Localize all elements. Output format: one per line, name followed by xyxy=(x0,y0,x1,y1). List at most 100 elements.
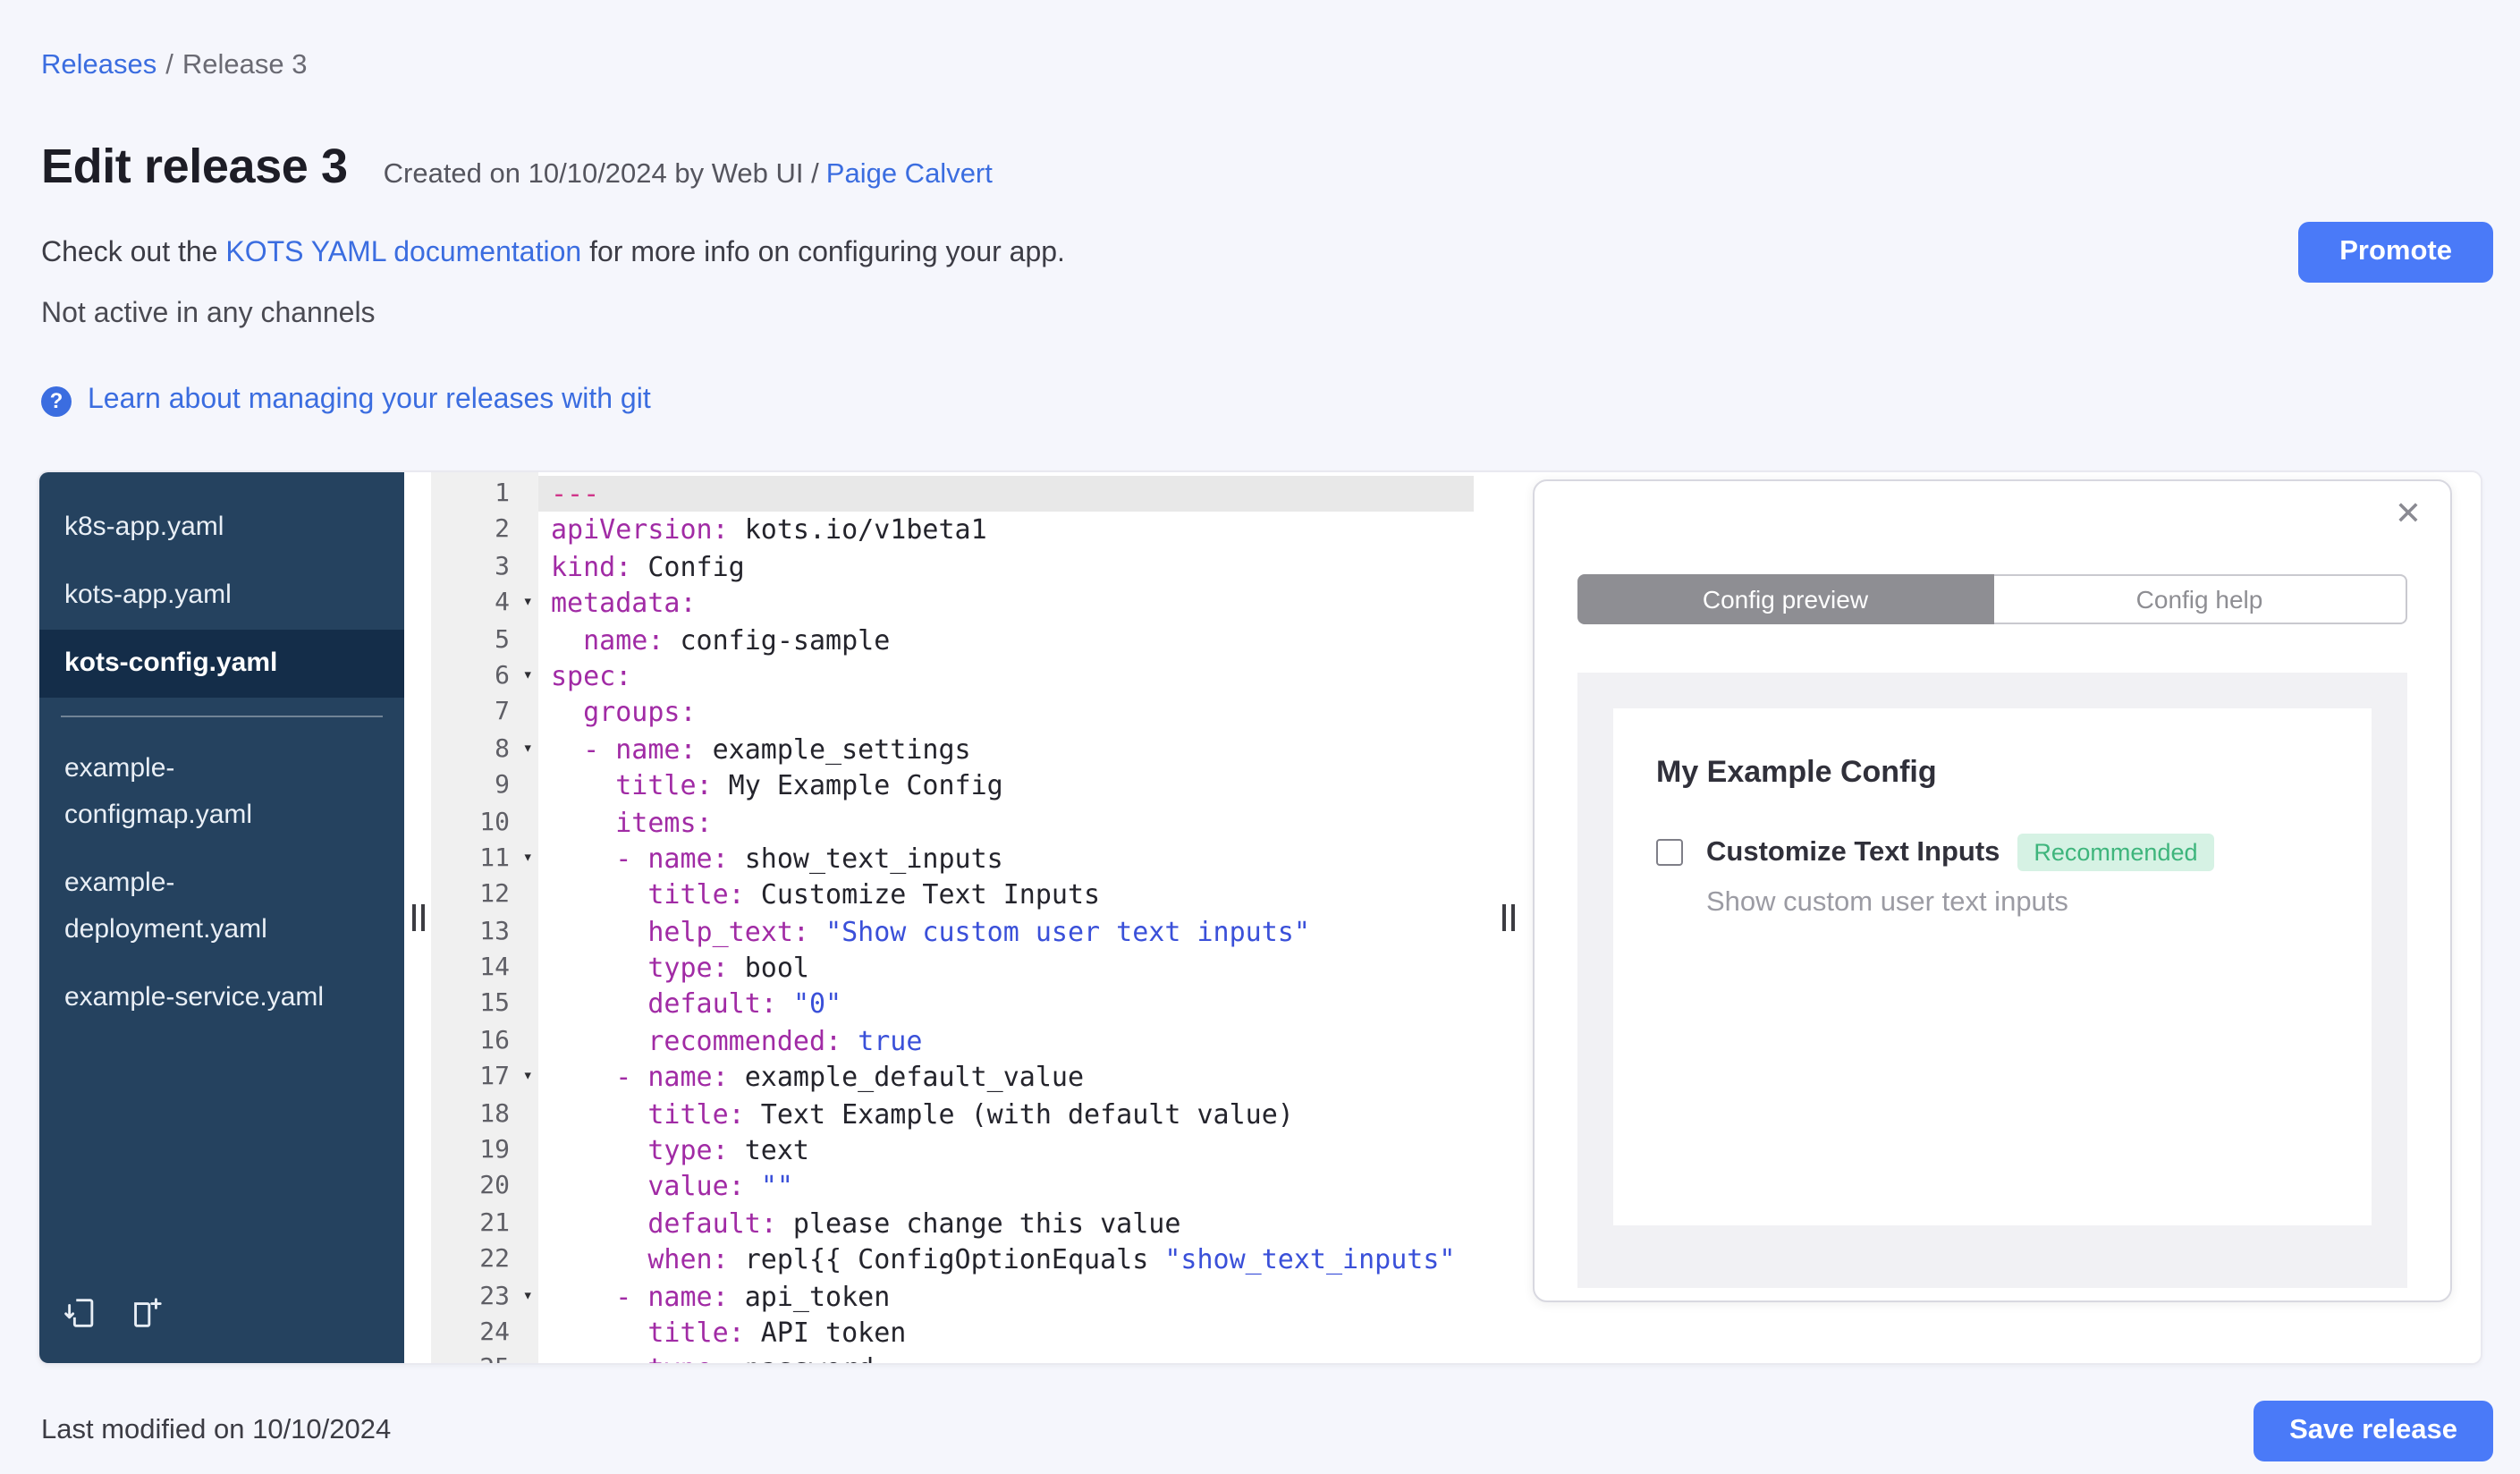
code-text: recommended: true xyxy=(647,1024,923,1057)
channels-status: Not active in any channels xyxy=(41,299,376,329)
config-item-row: Customize Text Inputs Recommended xyxy=(1656,834,2329,871)
line-number-7: 7 xyxy=(495,698,510,727)
config-preview-content: My Example Config Customize Text Inputs … xyxy=(1577,673,2407,1288)
code-line-15[interactable]: 15 default: "0" xyxy=(431,987,1474,1023)
sidebar-resize-handle[interactable] xyxy=(404,472,431,1363)
file-list-divider xyxy=(61,716,383,717)
doc-line: Check out the KOTS YAML documentation fo… xyxy=(41,238,2493,270)
tab-config-preview[interactable]: Config preview xyxy=(1577,574,1993,624)
promote-button[interactable]: Promote xyxy=(2298,222,2493,283)
author-link[interactable]: Paige Calvert xyxy=(826,159,993,190)
recommended-badge: Recommended xyxy=(2017,834,2214,871)
code-line-13[interactable]: 13 help_text: "Show custom user text inp… xyxy=(431,913,1474,950)
code-line-16[interactable]: 16 recommended: true xyxy=(431,1023,1474,1060)
line-number-11[interactable]: 11 ▾ xyxy=(431,841,538,877)
file-item-example-service-yaml[interactable]: example-service.yaml xyxy=(39,964,404,1032)
code-text: - name: show_text_inputs xyxy=(615,842,1003,875)
fold-caret-icon[interactable]: ▾ xyxy=(523,1278,533,1315)
code-line-7[interactable]: 7 groups: xyxy=(431,695,1474,732)
code-text: value: "" xyxy=(647,1170,793,1203)
code-line-17[interactable]: 17 ▾ - name: example_default_value xyxy=(431,1060,1474,1097)
title-row: Edit release 3 Created on 10/10/2024 by … xyxy=(41,140,2493,195)
code-line-20[interactable]: 20 value: "" xyxy=(431,1169,1474,1206)
code-text: default: "0" xyxy=(647,987,842,1021)
code-line-8[interactable]: 8 ▾ - name: example_settings xyxy=(431,731,1474,767)
file-item-kots-app-yaml[interactable]: kots-app.yaml xyxy=(39,562,404,630)
fold-caret-icon[interactable]: ▾ xyxy=(523,1060,533,1097)
code-text: groups: xyxy=(583,696,697,729)
code-line-11[interactable]: 11 ▾ - name: show_text_inputs xyxy=(431,841,1474,877)
code-line-21[interactable]: 21 default: please change this value xyxy=(431,1206,1474,1242)
code-text: title: Text Example (with default value) xyxy=(647,1097,1294,1131)
code-line-18[interactable]: 18 title: Text Example (with default val… xyxy=(431,1096,1474,1132)
release-workspace: k8s-app.yaml kots-app.yaml kots-config.yam… xyxy=(38,470,2482,1365)
line-number-5: 5 xyxy=(495,625,510,655)
editor-resize-handle[interactable] xyxy=(1502,904,1515,931)
fold-caret-icon[interactable]: ▾ xyxy=(523,658,533,695)
code-line-10[interactable]: 10 items: xyxy=(431,804,1474,841)
line-number-19: 19 xyxy=(479,1136,510,1165)
git-help-row: ? Learn about managing your releases wit… xyxy=(41,385,2493,417)
line-number-21: 21 xyxy=(479,1208,510,1238)
code-line-2[interactable]: 2 apiVersion: kots.io/v1beta1 xyxy=(431,513,1474,549)
save-release-button[interactable]: Save release xyxy=(2254,1401,2493,1461)
created-text: Created on 10/10/2024 by Web UI / xyxy=(383,159,819,190)
code-line-5[interactable]: 5 name: config-sample xyxy=(431,622,1474,658)
code-line-22[interactable]: 22 when: repl{{ ConfigOptionEquals "show… xyxy=(431,1241,1474,1278)
line-number-16: 16 xyxy=(479,1026,510,1055)
upload-file-icon[interactable] xyxy=(63,1295,100,1342)
page: Releases / Release 3 Edit release 3 Create… xyxy=(0,0,2520,1474)
file-item-example-configmap-yaml[interactable]: example-configmap.yaml xyxy=(39,735,404,850)
doc-suffix: for more info on configuring your app. xyxy=(581,238,1065,268)
fold-caret-icon[interactable]: ▾ xyxy=(523,731,533,767)
code-text: - name: example_default_value xyxy=(615,1061,1085,1094)
yaml-editor[interactable]: 1 --- 2 apiVersion: kots.io/v1beta1 3 kind: C… xyxy=(431,472,1474,1363)
fold-caret-icon[interactable]: ▾ xyxy=(523,585,533,622)
footer: Last modified on 10/10/2024 Save release xyxy=(41,1401,2493,1461)
code-line-19[interactable]: 19 type: text xyxy=(431,1132,1474,1169)
code-line-25[interactable]: 25 type: password xyxy=(431,1351,1474,1363)
code-line-6[interactable]: 6 ▾ spec: xyxy=(431,658,1474,695)
git-docs-link[interactable]: Learn about managing your releases with … xyxy=(88,385,651,417)
file-item-k8s-app-yaml[interactable]: k8s-app.yaml xyxy=(39,494,404,562)
file-list: k8s-app.yaml kots-app.yaml kots-config.yam… xyxy=(39,494,404,1032)
code-line-1[interactable]: 1 --- xyxy=(431,476,1474,513)
created-info: Created on 10/10/2024 by Web UI / Paige C… xyxy=(384,159,993,191)
kots-yaml-doc-link[interactable]: KOTS YAML documentation xyxy=(225,238,581,268)
code-line-12[interactable]: 12 title: Customize Text Inputs xyxy=(431,877,1474,914)
line-number-24: 24 xyxy=(479,1317,510,1347)
line-number-18: 18 xyxy=(479,1099,510,1129)
config-card: My Example Config Customize Text Inputs … xyxy=(1613,708,2372,1225)
line-number-9: 9 xyxy=(495,771,510,801)
line-number-6[interactable]: 6 ▾ xyxy=(431,658,538,695)
line-number-8[interactable]: 8 ▾ xyxy=(431,731,538,767)
line-number-1: 1 xyxy=(495,479,510,508)
breadcrumb: Releases / Release 3 xyxy=(41,50,2493,82)
breadcrumb-releases-link[interactable]: Releases xyxy=(41,50,156,80)
config-item-label: Customize Text Inputs xyxy=(1706,836,2000,867)
line-number-20: 20 xyxy=(479,1172,510,1201)
code-text: when: repl{{ ConfigOptionEquals "show_te… xyxy=(647,1243,1456,1276)
line-number-14: 14 xyxy=(479,953,510,983)
line-number-23[interactable]: 23 ▾ xyxy=(431,1278,538,1315)
file-item-kots-config-yaml[interactable]: kots-config.yaml xyxy=(39,630,404,698)
last-modified-text: Last modified on 10/10/2024 xyxy=(41,1415,392,1445)
code-line-23[interactable]: 23 ▾ - name: api_token xyxy=(431,1278,1474,1315)
help-icon[interactable]: ? xyxy=(41,385,72,416)
new-file-icon[interactable] xyxy=(127,1295,165,1342)
customize-text-inputs-checkbox[interactable] xyxy=(1656,839,1683,866)
file-item-example-deployment-yaml[interactable]: example-deployment.yaml xyxy=(39,850,404,964)
code-line-3[interactable]: 3 kind: Config xyxy=(431,549,1474,586)
line-number-4[interactable]: 4 ▾ xyxy=(431,585,538,622)
fold-caret-icon[interactable]: ▾ xyxy=(523,841,533,877)
breadcrumb-separator: / xyxy=(165,50,173,80)
code-text: title: My Example Config xyxy=(615,769,1003,802)
code-line-24[interactable]: 24 title: API token xyxy=(431,1315,1474,1351)
line-number-17[interactable]: 17 ▾ xyxy=(431,1060,538,1097)
code-line-4[interactable]: 4 ▾ metadata: xyxy=(431,585,1474,622)
tab-config-help[interactable]: Config help xyxy=(1993,574,2407,624)
code-text: kind: Config xyxy=(551,550,745,583)
close-icon[interactable]: ✕ xyxy=(2395,497,2422,529)
code-line-9[interactable]: 9 title: My Example Config xyxy=(431,767,1474,804)
code-line-14[interactable]: 14 type: bool xyxy=(431,950,1474,987)
